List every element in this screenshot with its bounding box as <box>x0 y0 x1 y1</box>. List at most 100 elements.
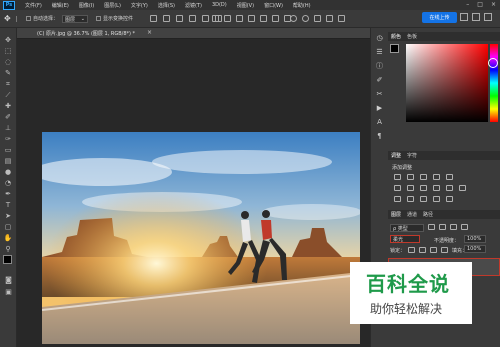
layer-filter-dropdown[interactable]: ρ 类型 <box>390 224 424 232</box>
auto-select-checkbox[interactable] <box>26 16 31 21</box>
healing-icon[interactable]: ✚ <box>4 102 13 111</box>
distribute-top-icon[interactable] <box>212 15 219 22</box>
foreground-color-swatch[interactable] <box>3 255 12 264</box>
channel-mixer-icon[interactable] <box>446 185 453 191</box>
menu-filter[interactable]: 滤镜(T) <box>185 2 202 9</box>
3d-rotate-icon[interactable] <box>290 15 297 22</box>
distribute-left-icon[interactable] <box>248 15 255 22</box>
document-tab[interactable]: (C) 原片.jpg @ 36.7% (图层 1, RGB/8*) * × <box>17 28 370 39</box>
filter-adjust-icon[interactable] <box>439 224 446 230</box>
filter-type-icon[interactable] <box>450 224 457 230</box>
history-icon[interactable]: ◷ <box>376 34 384 42</box>
move-tool-icon[interactable]: ✥ <box>4 14 11 23</box>
stamp-icon[interactable]: ⊥ <box>4 124 13 133</box>
hue-saturation-icon[interactable] <box>394 185 401 191</box>
show-transform-checkbox[interactable] <box>96 16 101 21</box>
hue-slider[interactable] <box>490 44 498 122</box>
move-icon[interactable]: ✥ <box>4 36 13 45</box>
tools-preset-icon[interactable]: ✂ <box>376 90 384 98</box>
align-middle-icon[interactable] <box>163 15 170 22</box>
align-top-icon[interactable] <box>150 15 157 22</box>
menu-layer[interactable]: 图层(L) <box>104 2 121 9</box>
distribute-center-icon[interactable] <box>260 15 267 22</box>
type-icon[interactable]: T <box>4 201 13 210</box>
tab-paths[interactable]: 路径 <box>423 211 433 218</box>
maximize-icon[interactable]: □ <box>477 1 483 9</box>
menu-edit[interactable]: 编辑(E) <box>52 2 69 9</box>
character-icon[interactable]: A <box>376 118 384 126</box>
crop-icon[interactable]: ⌗ <box>4 80 13 89</box>
screen-mode-icon[interactable]: ▣ <box>4 288 13 297</box>
dodge-icon[interactable]: ◔ <box>4 179 13 188</box>
menu-image[interactable]: 图像(I) <box>79 2 94 9</box>
3d-scale-icon[interactable] <box>338 15 345 22</box>
close-tab-icon[interactable]: × <box>147 29 152 36</box>
3d-slide-icon[interactable] <box>326 15 333 22</box>
3d-drag-icon[interactable] <box>314 15 321 22</box>
invert-icon[interactable] <box>394 196 401 202</box>
black-white-icon[interactable] <box>420 185 427 191</box>
auto-select-dropdown[interactable]: 图层 ⌄ <box>62 15 88 23</box>
color-panel-foreground[interactable] <box>390 44 399 53</box>
cloud-upload-button[interactable]: 在线上传 <box>422 12 457 23</box>
tab-color[interactable]: 颜色 <box>391 33 401 40</box>
marquee-icon[interactable]: ⬚ <box>4 47 13 56</box>
exposure-icon[interactable] <box>433 174 440 180</box>
tab-adjustments[interactable]: 调整 <box>391 152 401 159</box>
share-icon[interactable] <box>484 13 492 21</box>
menu-3d[interactable]: 3D(D) <box>212 2 227 8</box>
path-select-icon[interactable]: ➤ <box>4 212 13 221</box>
info-icon[interactable]: ⓘ <box>376 62 384 70</box>
pen-icon[interactable]: ✒ <box>4 190 13 199</box>
minimize-icon[interactable]: – <box>466 1 469 9</box>
vibrance-icon[interactable] <box>446 174 453 180</box>
workspace-icon[interactable] <box>472 13 480 21</box>
zoom-icon[interactable]: ⚲ <box>4 245 13 254</box>
tab-layers[interactable]: 图层 <box>391 211 401 218</box>
blur-icon[interactable]: ● <box>4 168 13 177</box>
lock-all-icon[interactable] <box>441 247 448 253</box>
align-center-icon[interactable] <box>202 15 209 22</box>
curves-icon[interactable] <box>420 174 427 180</box>
tab-character[interactable]: 字符 <box>407 152 417 159</box>
lock-image-icon[interactable] <box>419 247 426 253</box>
menu-help[interactable]: 帮助(H) <box>293 2 311 9</box>
tab-swatches[interactable]: 色板 <box>407 33 417 40</box>
threshold-icon[interactable] <box>420 196 427 202</box>
selective-color-icon[interactable] <box>446 196 453 202</box>
photo-filter-icon[interactable] <box>433 185 440 191</box>
shape-icon[interactable]: ▢ <box>4 223 13 232</box>
history-brush-icon[interactable]: ✑ <box>4 135 13 144</box>
lock-transparent-icon[interactable] <box>408 247 415 253</box>
lasso-icon[interactable]: ◌ <box>4 58 13 67</box>
canvas-image[interactable] <box>42 132 360 344</box>
distribute-middle-icon[interactable] <box>224 15 231 22</box>
menu-view[interactable]: 视图(V) <box>237 2 254 9</box>
play-icon[interactable]: ▶ <box>376 104 384 112</box>
gradient-map-icon[interactable] <box>433 196 440 202</box>
tab-channels[interactable]: 通道 <box>407 211 417 218</box>
lock-position-icon[interactable] <box>430 247 437 253</box>
color-lookup-icon[interactable] <box>459 185 466 191</box>
hand-icon[interactable]: ✋ <box>4 234 13 243</box>
color-balance-icon[interactable] <box>407 185 414 191</box>
quick-select-icon[interactable]: ✎ <box>4 69 13 78</box>
paragraph-icon[interactable]: ¶ <box>376 132 384 140</box>
properties-icon[interactable]: ☰ <box>376 48 384 56</box>
search-icon[interactable] <box>460 13 468 21</box>
close-icon[interactable]: × <box>491 1 496 9</box>
menu-select[interactable]: 选择(S) <box>158 2 175 9</box>
align-left-icon[interactable] <box>189 15 196 22</box>
menu-type[interactable]: 文字(Y) <box>131 2 148 9</box>
blend-mode-dropdown[interactable]: 柔光 <box>390 235 420 243</box>
3d-roll-icon[interactable] <box>302 15 309 22</box>
fill-input[interactable]: 100% <box>464 245 486 253</box>
posterize-icon[interactable] <box>407 196 414 202</box>
menu-window[interactable]: 窗口(W) <box>264 2 283 9</box>
quick-mask-icon[interactable]: ◙ <box>4 276 13 285</box>
levels-icon[interactable] <box>407 174 414 180</box>
eraser-icon[interactable]: ▭ <box>4 146 13 155</box>
eyedropper-icon[interactable]: ⟋ <box>4 91 13 100</box>
gradient-icon[interactable]: ▤ <box>4 157 13 166</box>
brush-settings-icon[interactable]: ✐ <box>376 76 384 84</box>
